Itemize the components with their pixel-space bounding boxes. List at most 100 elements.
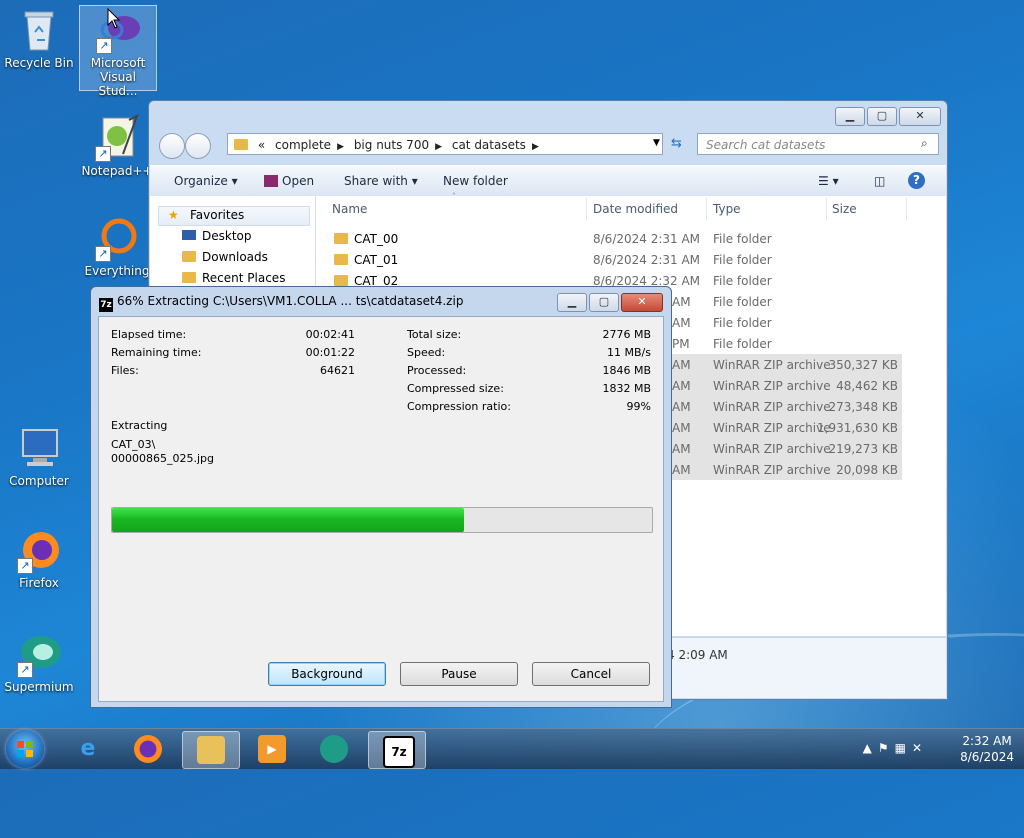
files-value: 64621 [320, 364, 355, 377]
volume-muted-icon[interactable]: ✕ [912, 741, 928, 755]
desktop-icon-label: Supermium [4, 680, 74, 694]
file-row-selected[interactable]: AM WinRAR ZIP archive 48,462 KB [666, 375, 902, 396]
file-type: WinRAR ZIP archive [713, 421, 831, 435]
file-size: 48,462 KB [836, 379, 898, 393]
file-type: WinRAR ZIP archive [713, 442, 831, 456]
taskbar-ie[interactable]: e [60, 731, 116, 767]
back-button[interactable] [159, 133, 185, 159]
desktop-icon-firefox[interactable]: ↗ Firefox [1, 526, 77, 590]
notepadpp-icon: ↗ [93, 113, 141, 162]
breadcrumb-item[interactable]: complete [275, 138, 331, 152]
nav-item-favorites[interactable]: Favorites [190, 208, 244, 222]
action-center-flag-icon[interactable]: ⚑ [878, 741, 895, 755]
share-with-button[interactable]: Share with ▾ [344, 174, 418, 188]
file-row[interactable]: CAT_01 8/6/2024 2:31 AM File folder [316, 249, 946, 270]
desktop-icon-supermium[interactable]: ↗ Supermium [1, 630, 77, 694]
breadcrumb-overflow[interactable]: « [258, 138, 265, 152]
new-folder-button[interactable]: New folder [443, 174, 508, 188]
refresh-icon[interactable]: ⇆ [671, 136, 689, 152]
details-modified-text: 4 2:09 AM [667, 648, 728, 662]
desktop-icon-recycle-bin[interactable]: Recycle Bin [1, 6, 77, 70]
desktop-icon-everything[interactable]: ↗ Everything [79, 214, 155, 278]
current-directory: CAT_03\ [111, 438, 156, 451]
cancel-button[interactable]: Cancel [532, 662, 650, 686]
desktop-icon-label: Everything [84, 264, 150, 278]
file-date: 8/6/2024 2:31 AM [593, 232, 701, 246]
desktop-icon-label: Microsoft Visual Stud... [90, 56, 146, 98]
chevron-right-icon[interactable]: ▶ [532, 142, 539, 152]
elapsed-time-label: Elapsed time: [111, 328, 187, 341]
column-header-date[interactable]: Date modified [593, 202, 678, 216]
folder-icon [334, 233, 348, 244]
help-icon[interactable]: ? [908, 172, 925, 189]
media-player-icon: ▶ [258, 735, 286, 763]
progress-fill [112, 508, 465, 532]
file-row[interactable]: CAT_00 8/6/2024 2:31 AM File folder [316, 228, 946, 249]
forward-button[interactable] [185, 133, 211, 159]
file-size: 219,273 KB [828, 442, 898, 456]
operation-label: Extracting [111, 419, 168, 432]
close-button[interactable]: ✕ [621, 293, 663, 312]
column-header-size[interactable]: Size [832, 202, 857, 216]
network-icon[interactable]: ▦ [895, 741, 912, 755]
minimize-button[interactable]: ▁ [835, 107, 865, 126]
taskbar-supermium[interactable] [306, 731, 362, 767]
organize-button[interactable]: Organize ▾ [174, 174, 238, 188]
nav-item-recent-places[interactable]: Recent Places [182, 271, 285, 285]
desktop-icon-label: Notepad++ [81, 164, 153, 178]
nav-item-downloads[interactable]: Downloads [182, 250, 268, 264]
dialog-title: 7z 66% Extracting C:\Users\VM1.COLLA ... … [99, 294, 463, 312]
files-label: Files: [111, 364, 139, 377]
everything-icon: ↗ [93, 214, 141, 262]
file-row-selected[interactable]: AM WinRAR ZIP archive 1,931,630 KB [666, 417, 902, 438]
recent-places-icon [182, 272, 196, 283]
column-header-type[interactable]: Type [713, 202, 741, 216]
taskbar-7zip[interactable]: 7z [368, 731, 426, 769]
sort-arrow-icon: ˄ [452, 192, 456, 201]
file-row-selected[interactable]: AM WinRAR ZIP archive 20,098 KB [666, 459, 902, 480]
file-row-selected[interactable]: AM WinRAR ZIP archive 350,327 KB [666, 354, 902, 375]
breadcrumb-item[interactable]: cat datasets [452, 138, 526, 152]
clock-date: 8/6/2024 [960, 750, 1014, 764]
chevron-right-icon[interactable]: ▶ [435, 142, 442, 152]
file-row-selected[interactable]: AM WinRAR ZIP archive 219,273 KB [666, 438, 902, 459]
ie-icon: e [80, 736, 96, 761]
close-button[interactable]: ✕ [899, 107, 941, 126]
search-icon[interactable]: ⌕ [921, 136, 928, 151]
pause-button[interactable]: Pause [400, 662, 518, 686]
shortcut-arrow-icon: ↗ [17, 558, 33, 574]
desktop-icon [182, 230, 196, 240]
file-row-selected[interactable]: AM WinRAR ZIP archive 273,348 KB [666, 396, 902, 417]
search-input[interactable]: Search cat datasets [697, 133, 939, 155]
remaining-time-value: 00:01:22 [305, 346, 355, 359]
chevron-right-icon[interactable]: ▶ [337, 142, 344, 152]
desktop-icon-notepadpp[interactable]: ↗ Notepad++ [79, 113, 155, 178]
maximize-button[interactable]: ▢ [867, 107, 897, 126]
background-button[interactable]: Background [268, 662, 386, 686]
open-button[interactable]: Open [264, 174, 314, 188]
view-options-icon[interactable]: ☰ ▾ [818, 174, 839, 188]
clock[interactable]: 2:32 AM 8/6/2024 [960, 733, 1014, 765]
breadcrumb-item[interactable]: big nuts 700 [354, 138, 429, 152]
file-date: AM [672, 295, 691, 309]
address-bar[interactable]: « complete ▶ big nuts 700 ▶ cat datasets ▶ [227, 133, 663, 155]
show-hidden-icons-icon[interactable]: ▲ [863, 741, 878, 755]
file-type: WinRAR ZIP archive [713, 358, 831, 372]
desktop-icon-computer[interactable]: Computer [1, 424, 77, 488]
maximize-button[interactable]: ▢ [589, 293, 619, 312]
file-size: 20,098 KB [836, 463, 898, 477]
column-header-name[interactable]: Name [332, 202, 367, 216]
nav-item-desktop[interactable]: Desktop [182, 229, 252, 243]
minimize-button[interactable]: ▁ [557, 293, 587, 312]
file-date: AM [672, 379, 691, 393]
taskbar-media-player[interactable]: ▶ [244, 731, 300, 767]
preview-pane-icon[interactable]: ◫ [874, 174, 885, 188]
address-dropdown-icon[interactable]: ▼ [653, 138, 660, 148]
taskbar-explorer[interactable] [182, 731, 240, 769]
computer-icon [15, 424, 63, 472]
taskbar-firefox[interactable] [120, 731, 176, 767]
start-button[interactable] [6, 730, 44, 768]
column-divider [906, 198, 907, 220]
windows-logo-icon [17, 741, 33, 757]
file-date: AM [672, 316, 691, 330]
